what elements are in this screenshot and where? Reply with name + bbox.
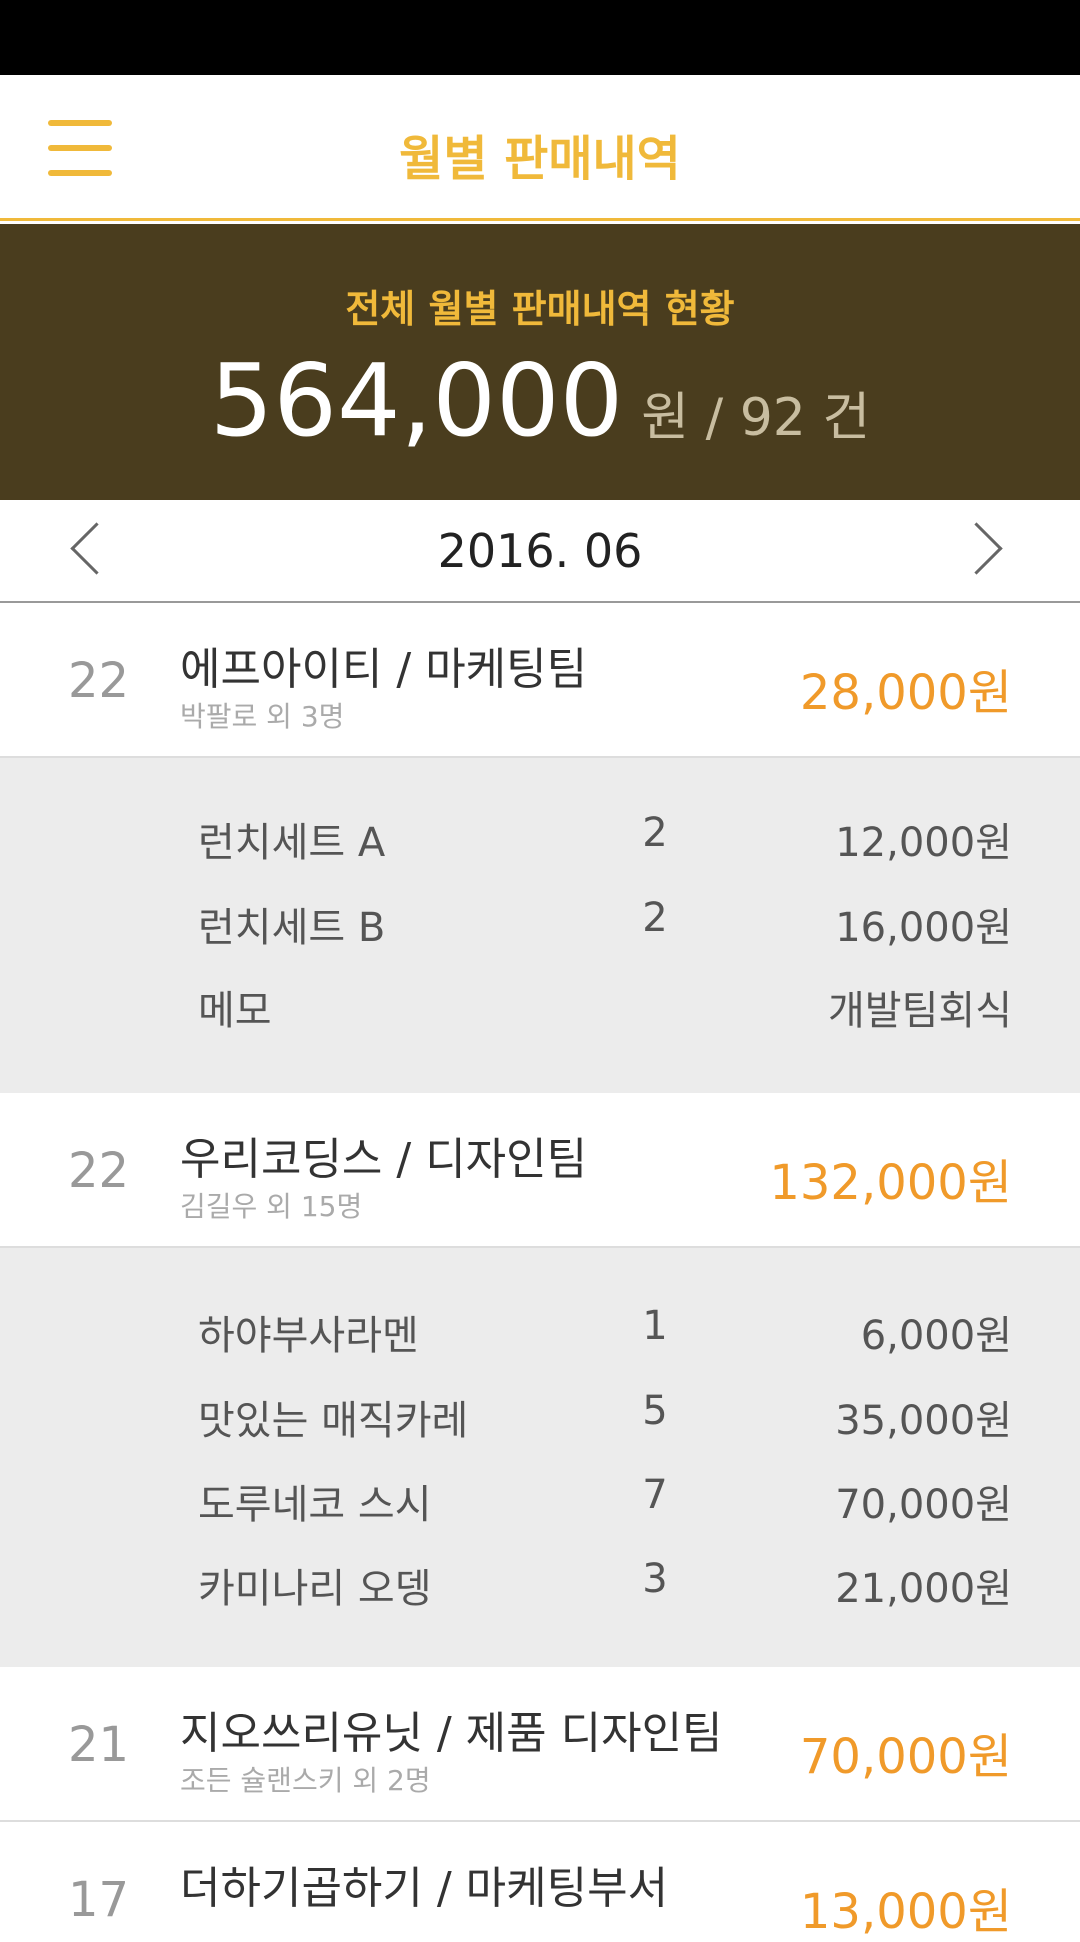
order-row[interactable]: 21 지오쓰리유닛 / 제품 디자인팀 조든 슐랜스키 외 2명 70,000원 [0,1667,1080,1822]
item-name: 하야부사라멘 [198,1313,419,1359]
item-price: 6,000원 [860,1313,1012,1359]
month-navigator: 2016. 06 [0,500,1080,603]
order-day: 22 [68,653,130,709]
item-name: 카미나리 오뎅 [198,1566,432,1612]
order-day: 22 [68,1143,130,1199]
detail-item: 하야부사라멘 1 6,000원 [0,1303,1080,1363]
item-price: 16,000원 [835,905,1012,951]
detail-item: 맛있는 매직카레 5 35,000원 [0,1388,1080,1448]
order-row[interactable]: 22 우리코딩스 / 디자인팀 김길우 외 15명 132,000원 [0,1093,1080,1248]
sales-summary: 전체 월별 판매내역 현황 564,000 원 / 92 건 [0,224,1080,500]
order-company: 지오쓰리유닛 / 제품 디자인팀 [180,1708,723,1759]
memo-value: 개발팀회식 [828,988,1012,1034]
order-row[interactable]: 22 에프아이티 / 마케팅팀 박팔로 외 3명 28,000원 [0,603,1080,758]
order-total: 28,000원 [799,665,1012,721]
item-qty: 3 [642,1556,668,1602]
status-bar [0,0,1080,75]
current-month: 2016. 06 [437,524,643,578]
summary-unit-count: 원 / 92 건 [641,388,871,448]
order-members: 조든 슐랜스키 외 2명 [180,1764,431,1797]
item-price: 12,000원 [835,820,1012,866]
item-name: 맛있는 매직카레 [198,1398,469,1444]
detail-item: 런치세트 B 2 16,000원 [0,895,1080,955]
detail-item: 도루네코 스시 7 70,000원 [0,1472,1080,1532]
order-company: 에프아이티 / 마케팅팀 [180,644,588,695]
order-row[interactable]: 17 더하기곱하기 / 마케팅부서 13,000원 [0,1822,1080,1940]
item-name: 런치세트 B [198,905,386,951]
order-detail: 하야부사라멘 1 6,000원 맛있는 매직카레 5 35,000원 도루네코 … [0,1248,1080,1667]
order-members: 박팔로 외 3명 [180,700,345,733]
detail-item: 카미나리 오뎅 3 21,000원 [0,1556,1080,1616]
summary-amount: 564,000 [209,342,624,459]
item-name: 런치세트 A [198,820,386,866]
order-day: 21 [68,1717,130,1773]
item-name: 도루네코 스시 [198,1482,432,1528]
order-company: 더하기곱하기 / 마케팅부서 [180,1863,669,1914]
order-detail: 런치세트 A 2 12,000원 런치세트 B 2 16,000원 메모 개발팀… [0,758,1080,1093]
order-members: 김길우 외 15명 [180,1190,363,1223]
memo-label: 메모 [198,988,272,1034]
detail-item: 런치세트 A 2 12,000원 [0,810,1080,870]
order-total: 132,000원 [769,1155,1012,1211]
summary-values: 564,000 원 / 92 건 [0,342,1080,459]
item-qty: 5 [642,1388,668,1434]
item-qty: 2 [642,810,668,856]
item-price: 35,000원 [835,1398,1012,1444]
item-qty: 2 [642,895,668,941]
order-company: 우리코딩스 / 디자인팀 [180,1134,588,1185]
item-price: 21,000원 [835,1566,1012,1612]
order-total: 13,000원 [799,1884,1012,1940]
page-title: 월별 판매내역 [399,131,681,187]
item-qty: 7 [642,1472,668,1518]
item-qty: 1 [642,1303,668,1349]
item-price: 70,000원 [835,1482,1012,1528]
order-total: 70,000원 [799,1729,1012,1785]
detail-memo: 메모 개발팀회식 [0,978,1080,1038]
summary-label: 전체 월별 판매내역 현황 [345,287,735,331]
app-header: 월별 판매내역 [0,75,1080,221]
